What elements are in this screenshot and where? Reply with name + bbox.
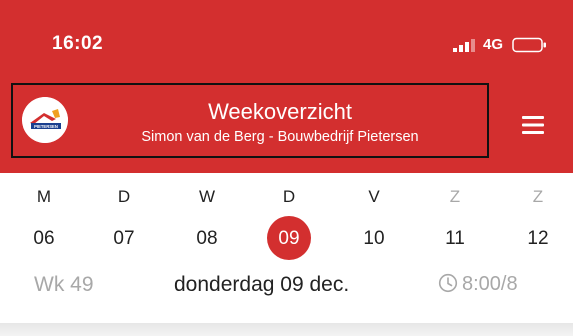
status-bar: 16:02 4G	[0, 0, 573, 78]
section-divider	[0, 323, 573, 336]
day-letter: D	[282, 187, 296, 206]
network-type: 4G	[483, 36, 504, 53]
day-number: 10	[363, 228, 385, 249]
company-logo: PIETERSEN	[22, 97, 68, 143]
status-time: 16:02	[52, 33, 104, 54]
clock-icon	[438, 273, 458, 299]
day-number: 11	[445, 228, 465, 249]
day-letter: W	[198, 187, 216, 206]
day-letter: D	[117, 187, 131, 206]
day-letter: Z	[532, 187, 544, 206]
battery-icon	[512, 37, 548, 58]
day-number: 09	[278, 228, 300, 249]
header-info-box[interactable]: PIETERSEN Weekoverzicht Simon van de Ber…	[11, 83, 489, 158]
week-calendar: M 06 D 07 W 08 D 09 V 10 Z 11 Z 12 Wk 49…	[0, 173, 573, 323]
signal-icon	[453, 38, 477, 57]
svg-text:PIETERSEN: PIETERSEN	[34, 124, 58, 129]
page-title: Weekoverzicht	[208, 99, 352, 124]
week-number: Wk 49	[34, 273, 94, 296]
day-number: 08	[196, 228, 218, 249]
day-letter: M	[36, 187, 52, 206]
day-number: 07	[113, 228, 135, 249]
selected-date: donderdag 09 dec.	[174, 273, 350, 296]
day-letter: Z	[449, 187, 461, 206]
day-number: 06	[33, 228, 55, 249]
hours-value: 8:00/8	[462, 273, 518, 295]
app-header: PIETERSEN Weekoverzicht Simon van de Ber…	[0, 78, 573, 173]
hamburger-menu-icon[interactable]	[520, 114, 550, 136]
hours-summary: 8:00/8	[438, 273, 518, 299]
day-number: 12	[527, 228, 549, 249]
page-subtitle: Simon van de Berg - Bouwbedrijf Pieterse…	[141, 129, 419, 145]
day-letter: V	[368, 187, 380, 206]
